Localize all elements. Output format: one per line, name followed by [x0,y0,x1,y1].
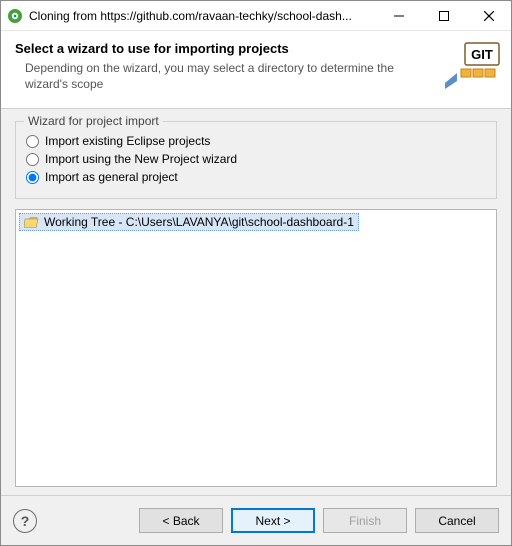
working-tree-label: Working Tree - C:\Users\LAVANYA\git\scho… [44,215,354,229]
app-icon [7,8,23,24]
radio-import-general-input[interactable] [26,171,39,184]
working-tree-item[interactable]: Working Tree - C:\Users\LAVANYA\git\scho… [19,213,359,231]
wizard-title: Select a wizard to use for importing pro… [15,41,497,56]
radio-import-new-project[interactable]: Import using the New Project wizard [26,152,486,166]
radio-import-new-project-label: Import using the New Project wizard [45,152,237,166]
wizard-description: Depending on the wizard, you may select … [15,60,395,92]
help-button[interactable]: ? [13,509,37,533]
radio-import-existing-label: Import existing Eclipse projects [45,134,210,148]
cancel-button[interactable]: Cancel [415,508,499,533]
folder-open-icon [24,216,39,229]
back-button[interactable]: < Back [139,508,223,533]
wizard-import-groupbox: Wizard for project import Import existin… [15,121,497,199]
groupbox-legend: Wizard for project import [24,114,163,128]
git-logo-icon: GIT [445,41,501,89]
radio-import-existing-input[interactable] [26,135,39,148]
window-controls [376,1,511,30]
svg-text:GIT: GIT [471,47,493,62]
project-tree[interactable]: Working Tree - C:\Users\LAVANYA\git\scho… [15,209,497,487]
minimize-button[interactable] [376,1,421,30]
radio-import-general-label: Import as general project [45,170,178,184]
next-button[interactable]: Next > [231,508,315,533]
maximize-button[interactable] [421,1,466,30]
radio-import-existing[interactable]: Import existing Eclipse projects [26,134,486,148]
window-title: Cloning from https://github.com/ravaan-t… [29,9,376,23]
wizard-content: Wizard for project import Import existin… [1,109,511,495]
radio-import-general[interactable]: Import as general project [26,170,486,184]
wizard-header: Select a wizard to use for importing pro… [1,31,511,109]
radio-import-new-project-input[interactable] [26,153,39,166]
dialog-window: Cloning from https://github.com/ravaan-t… [0,0,512,546]
finish-button: Finish [323,508,407,533]
close-button[interactable] [466,1,511,30]
button-bar: ? < Back Next > Finish Cancel [1,495,511,545]
titlebar[interactable]: Cloning from https://github.com/ravaan-t… [1,1,511,31]
